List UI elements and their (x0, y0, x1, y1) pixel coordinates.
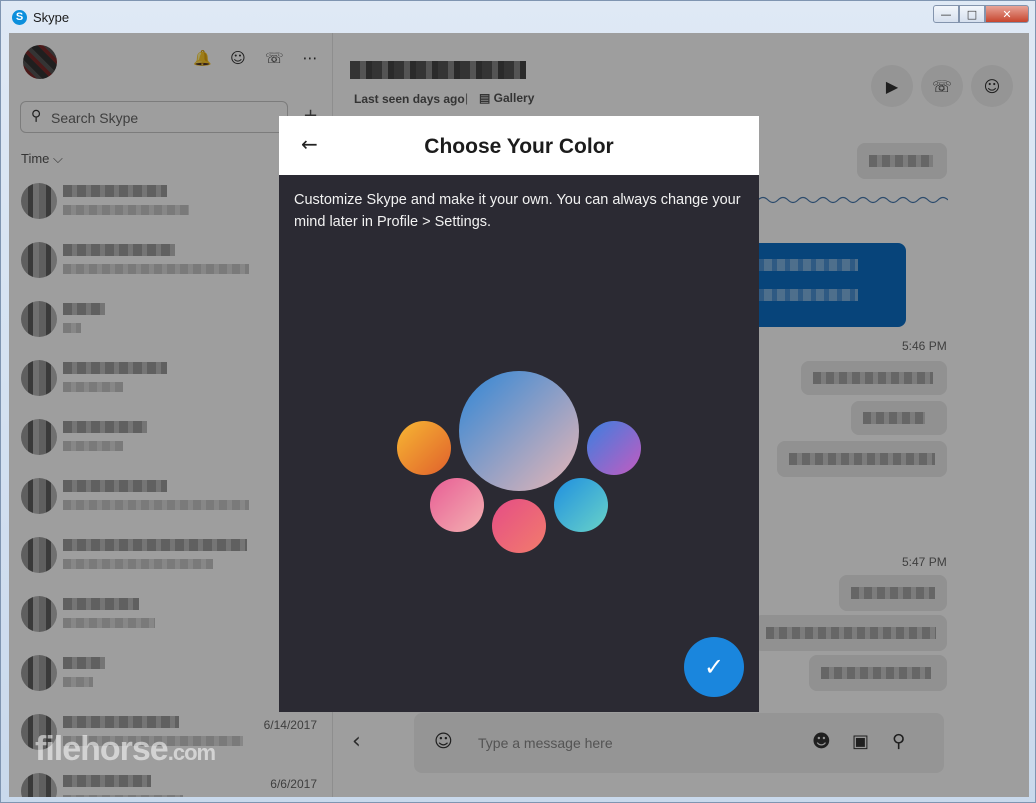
minimize-button[interactable]: — (933, 5, 959, 23)
window-controls: — □ ✕ (933, 5, 1029, 23)
skype-logo-icon: S (12, 10, 27, 25)
swatch-blue-purple[interactable] (587, 421, 641, 475)
window-title: Skype (33, 10, 70, 25)
choose-color-dialog: ← Choose Your Color Customize Skype and … (279, 116, 759, 712)
title-bar: S Skype — □ ✕ (1, 1, 1035, 33)
swatch-pink[interactable] (430, 478, 484, 532)
swatch-coral[interactable] (492, 499, 546, 553)
confirm-check-button[interactable]: ✓ (684, 637, 744, 697)
close-button[interactable]: ✕ (985, 5, 1029, 23)
skype-window: S Skype — □ ✕ 🔔 ☺ ☏ ⋯ ⚲ Search Skype + T… (0, 0, 1036, 803)
swatch-cyan[interactable] (554, 478, 608, 532)
swatch-orange[interactable] (397, 421, 451, 475)
filehorse-watermark: filehorse.com (35, 730, 216, 768)
swatch-large-blue-pink[interactable] (459, 371, 579, 491)
dialog-title: Choose Your Color (424, 135, 614, 158)
maximize-button[interactable]: □ (959, 5, 985, 23)
dialog-description: Customize Skype and make it your own. Yo… (294, 192, 741, 230)
dialog-header: ← Choose Your Color (279, 116, 759, 175)
